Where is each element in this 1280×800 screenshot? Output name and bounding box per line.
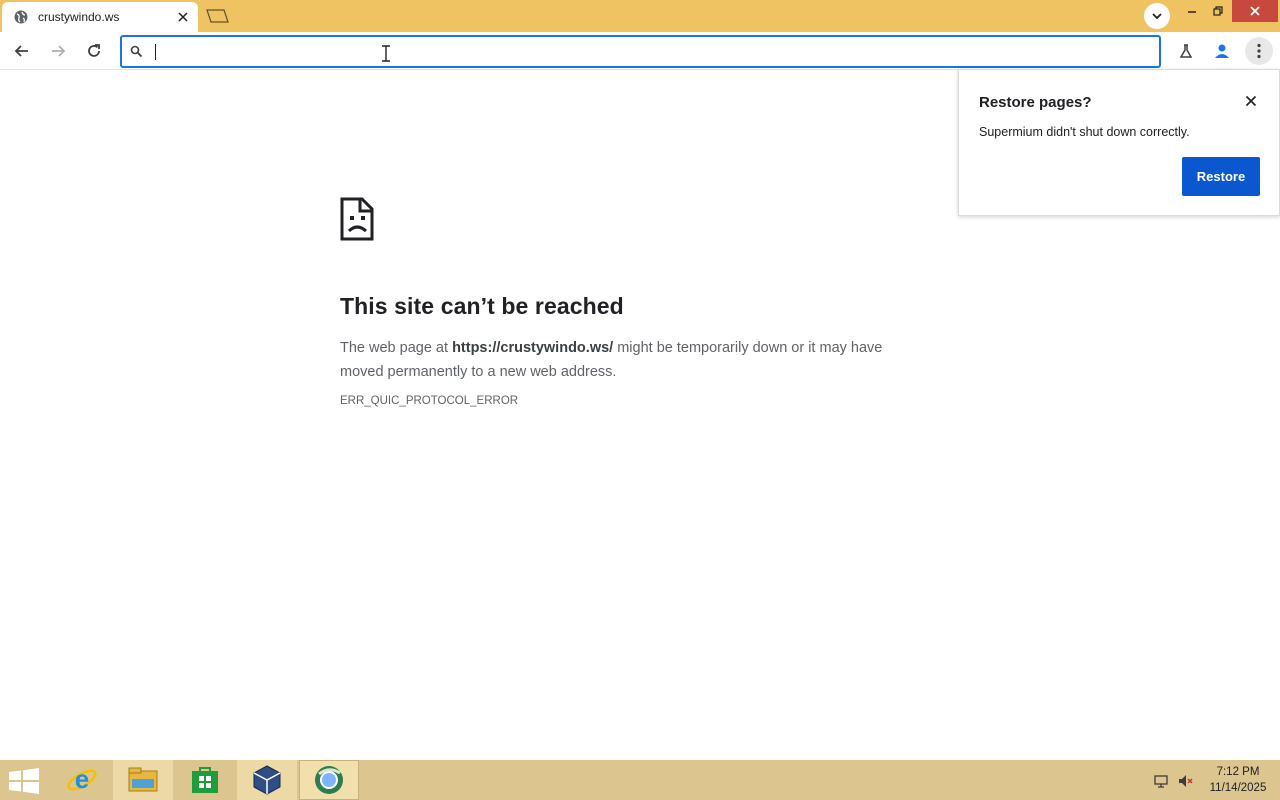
reload-icon: [88, 44, 100, 57]
tab-close-icon[interactable]: [176, 10, 190, 24]
error-description: The web page at https://crustywindo.ws/ …: [340, 336, 920, 384]
dialog-message: Supermium didn't shut down correctly.: [979, 125, 1190, 139]
svg-text:e: e: [75, 764, 89, 794]
network-icon[interactable]: [1152, 772, 1170, 790]
start-icon[interactable]: [8, 768, 40, 794]
close-icon: [1250, 6, 1260, 16]
arrow-right-icon: [52, 45, 66, 57]
dialog-close-icon[interactable]: [1243, 93, 1259, 109]
restore-pages-dialog: Restore pages? Supermium didn't shut dow…: [958, 69, 1280, 216]
sad-page-icon: [340, 197, 374, 241]
kebab-menu-icon: [1257, 43, 1261, 59]
system-clock[interactable]: 7:12 PM 11/14/2025: [1202, 764, 1274, 796]
text-caret: [155, 44, 156, 60]
forward-button[interactable]: [45, 38, 71, 64]
flask-icon: [1179, 44, 1193, 58]
text-cursor-icon: [382, 45, 390, 62]
tab-active[interactable]: crustywindo.ws: [2, 2, 198, 32]
error-url: https://crustywindo.ws/: [452, 340, 614, 356]
globe-icon: [14, 10, 28, 24]
profile-button[interactable]: [1209, 38, 1235, 64]
minimize-icon: [1188, 11, 1196, 13]
volume-muted-icon[interactable]: [1176, 772, 1194, 790]
address-bar[interactable]: [120, 35, 1161, 68]
error-code: ERR_QUIC_PROTOCOL_ERROR: [340, 395, 519, 407]
clock-time: 7:12 PM: [1216, 766, 1260, 778]
menu-button[interactable]: [1245, 37, 1273, 65]
taskbar: e: [0, 760, 1280, 800]
close-window-button[interactable]: [1232, 0, 1278, 22]
browser-toolbar: [0, 32, 1280, 70]
reload-button[interactable]: [81, 38, 107, 64]
error-title: This site can’t be reached: [340, 293, 624, 319]
arrow-left-icon: [14, 45, 28, 57]
search-icon: [130, 45, 144, 59]
store-icon: [192, 767, 218, 793]
taskbar-file-explorer[interactable]: [113, 760, 173, 800]
supermium-icon: [315, 766, 343, 794]
restore-window-button[interactable]: [1206, 0, 1230, 22]
dialog-title: Restore pages?: [979, 94, 1092, 111]
restore-button[interactable]: Restore: [1182, 157, 1260, 196]
person-icon: [1215, 44, 1229, 58]
taskbar-virtualbox[interactable]: [237, 760, 297, 800]
file-explorer-icon: [128, 767, 158, 792]
title-bar: crustywindo.ws: [0, 0, 1280, 32]
taskbar-store[interactable]: [175, 760, 235, 800]
tab-title: crustywindo.ws: [38, 10, 120, 24]
taskbar-ie[interactable]: e: [52, 760, 112, 800]
address-input[interactable]: [154, 39, 1159, 64]
restore-window-icon: [1213, 6, 1223, 16]
error-page: This site can’t be reached The web page …: [340, 197, 940, 407]
ie-icon: e: [67, 764, 97, 794]
back-button[interactable]: [9, 38, 35, 64]
error-desc-prefix: The web page at: [340, 340, 453, 356]
tab-search-button[interactable]: [1144, 3, 1170, 29]
new-tab-button[interactable]: [204, 8, 230, 24]
minimize-button[interactable]: [1180, 0, 1204, 22]
clock-date: 11/14/2025: [1209, 782, 1267, 794]
chevron-down-icon: [1152, 13, 1162, 20]
virtualbox-icon: [253, 765, 281, 795]
labs-button[interactable]: [1173, 38, 1199, 64]
taskbar-supermium[interactable]: [299, 760, 359, 800]
